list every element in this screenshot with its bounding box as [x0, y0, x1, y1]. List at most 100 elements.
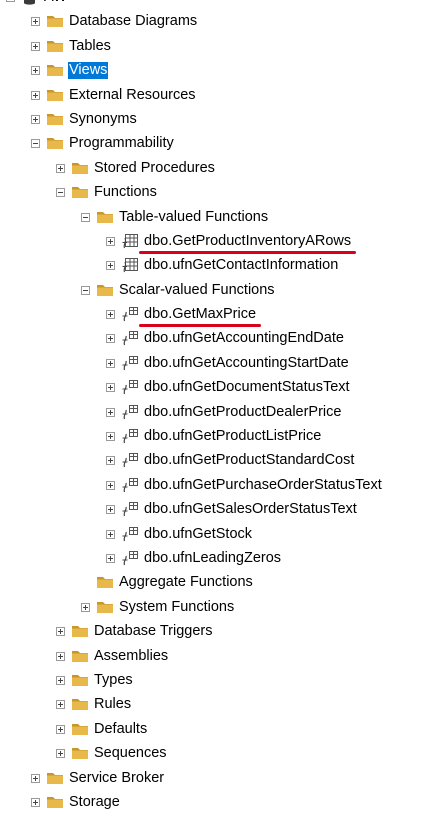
expand-icon[interactable]: [106, 358, 115, 368]
tree-node-label[interactable]: dbo.ufnGetProductStandardCost: [143, 452, 355, 469]
tree-node[interactable]: Storage: [0, 791, 423, 815]
tree-node-label[interactable]: dbo.ufnGetProductDealerPrice: [143, 404, 342, 421]
collapse-icon[interactable]: [56, 188, 65, 198]
tree-node[interactable]: Programmability: [0, 132, 423, 156]
tree-node[interactable]: dbo.ufnGetProductStandardCost: [0, 449, 423, 473]
tree-node-label[interactable]: dbo.ufnGetSalesOrderStatusText: [143, 501, 358, 518]
tree-node[interactable]: Synonyms: [0, 108, 423, 132]
tree-node-label[interactable]: Table-valued Functions: [118, 209, 269, 226]
collapse-icon[interactable]: [81, 212, 90, 222]
expand-icon[interactable]: [106, 334, 115, 344]
tree-node-label[interactable]: Storage: [68, 794, 121, 811]
expand-icon[interactable]: [56, 724, 65, 734]
expand-icon[interactable]: [106, 456, 115, 466]
tree-node-label[interactable]: dbo.ufnGetContactInformation: [143, 257, 339, 274]
expand-icon[interactable]: [31, 773, 40, 783]
expand-icon[interactable]: [106, 383, 115, 393]
expand-icon[interactable]: [31, 17, 40, 27]
expand-icon[interactable]: [31, 797, 40, 807]
tree-node[interactable]: Aggregate Functions: [0, 571, 423, 595]
tree-node-label[interactable]: dbo.ufnGetPurchaseOrderStatusText: [143, 477, 383, 494]
tree-node-label[interactable]: Rules: [93, 696, 132, 713]
expand-icon[interactable]: [56, 163, 65, 173]
tree-node[interactable]: dbo.ufnGetStock: [0, 523, 423, 547]
tree-node[interactable]: dbo.ufnGetPurchaseOrderStatusText: [0, 474, 423, 498]
tree-node[interactable]: dbo.ufnGetAccountingStartDate: [0, 352, 423, 376]
tree-node[interactable]: Stored Procedures: [0, 157, 423, 181]
tree-node[interactable]: Service Broker: [0, 767, 423, 791]
tree-node[interactable]: Database Diagrams: [0, 10, 423, 34]
tree-node-label[interactable]: Programmability: [68, 135, 175, 152]
tree-node-label[interactable]: Database Diagrams: [68, 13, 198, 30]
tree-node-label[interactable]: External Resources: [68, 87, 197, 104]
tree-node[interactable]: dbo.GetProductInventoryARows: [0, 230, 423, 254]
expand-icon[interactable]: [56, 675, 65, 685]
tree-node-label[interactable]: AW: [43, 0, 68, 6]
tree-node[interactable]: Functions: [0, 181, 423, 205]
expand-icon[interactable]: [106, 407, 115, 417]
expand-icon[interactable]: [106, 432, 115, 442]
tree-node-label[interactable]: dbo.ufnLeadingZeros: [143, 550, 282, 567]
tree-node-label[interactable]: System Functions: [118, 599, 235, 616]
expand-icon[interactable]: [56, 651, 65, 661]
tree-node-label[interactable]: Synonyms: [68, 111, 138, 128]
tree-node-label[interactable]: Scalar-valued Functions: [118, 282, 276, 299]
tree-node[interactable]: dbo.GetMaxPrice: [0, 303, 423, 328]
tree-node-label[interactable]: Aggregate Functions: [118, 574, 254, 591]
tree-node-label[interactable]: dbo.ufnGetDocumentStatusText: [143, 379, 351, 396]
tree-node-label[interactable]: dbo.GetMaxPrice: [143, 306, 257, 323]
tree-node[interactable]: Tables: [0, 35, 423, 59]
tree-node[interactable]: Views: [0, 59, 423, 83]
tree-node-label[interactable]: Stored Procedures: [93, 160, 216, 177]
tree-node-label[interactable]: dbo.GetProductInventoryARows: [143, 233, 352, 250]
expand-icon[interactable]: [81, 602, 90, 612]
tree-node-label[interactable]: Defaults: [93, 721, 148, 738]
expand-icon[interactable]: [56, 700, 65, 710]
expand-icon[interactable]: [106, 505, 115, 515]
tree-node[interactable]: dbo.ufnGetProductDealerPrice: [0, 401, 423, 425]
expand-icon[interactable]: [31, 41, 40, 51]
tree-node[interactable]: Scalar-valued Functions: [0, 279, 423, 303]
tree-node-label[interactable]: Types: [93, 672, 134, 689]
tree-node-label[interactable]: dbo.ufnGetStock: [143, 526, 253, 543]
expand-icon[interactable]: [31, 90, 40, 100]
expand-icon[interactable]: [106, 236, 115, 246]
expand-icon[interactable]: [31, 114, 40, 124]
expand-icon[interactable]: [106, 529, 115, 539]
collapse-icon[interactable]: [81, 285, 90, 295]
tree-node[interactable]: Assemblies: [0, 645, 423, 669]
tree-node-label[interactable]: Views: [68, 62, 109, 80]
tree-node-label[interactable]: dbo.ufnGetAccountingStartDate: [143, 355, 350, 372]
tree-node[interactable]: dbo.ufnGetContactInformation: [0, 254, 423, 278]
tree-node[interactable]: System Functions: [0, 596, 423, 620]
expand-icon[interactable]: [106, 261, 115, 271]
expand-icon[interactable]: [56, 749, 65, 759]
tree-node[interactable]: Table-valued Functions: [0, 206, 423, 230]
collapse-icon[interactable]: [31, 139, 40, 149]
tree-node[interactable]: dbo.ufnGetDocumentStatusText: [0, 376, 423, 400]
tree-node[interactable]: dbo.ufnGetAccountingEndDate: [0, 327, 423, 351]
tree-node[interactable]: dbo.ufnLeadingZeros: [0, 547, 423, 571]
tree-node-label[interactable]: Functions: [93, 184, 158, 201]
expand-icon[interactable]: [106, 310, 115, 320]
expand-icon[interactable]: [106, 480, 115, 490]
tree-node[interactable]: AW: [0, 0, 423, 10]
tree-node[interactable]: Database Triggers: [0, 620, 423, 644]
tree-node[interactable]: Defaults: [0, 718, 423, 742]
expand-icon[interactable]: [31, 66, 40, 76]
tree-node-label[interactable]: Database Triggers: [93, 623, 213, 640]
tree-node-label[interactable]: Sequences: [93, 745, 168, 762]
tree-node[interactable]: Types: [0, 669, 423, 693]
tree-node[interactable]: dbo.ufnGetSalesOrderStatusText: [0, 498, 423, 522]
tree-node[interactable]: dbo.ufnGetProductListPrice: [0, 425, 423, 449]
tree-node-label[interactable]: dbo.ufnGetProductListPrice: [143, 428, 322, 445]
collapse-icon[interactable]: [6, 0, 15, 2]
tree-node[interactable]: External Resources: [0, 84, 423, 108]
tree-node[interactable]: Sequences: [0, 742, 423, 766]
tree-node-label[interactable]: Assemblies: [93, 648, 169, 665]
tree-node-label[interactable]: Service Broker: [68, 770, 165, 787]
expand-icon[interactable]: [56, 627, 65, 637]
expand-icon[interactable]: [106, 553, 115, 563]
tree-node[interactable]: Rules: [0, 693, 423, 717]
tree-node-label[interactable]: Tables: [68, 38, 112, 55]
